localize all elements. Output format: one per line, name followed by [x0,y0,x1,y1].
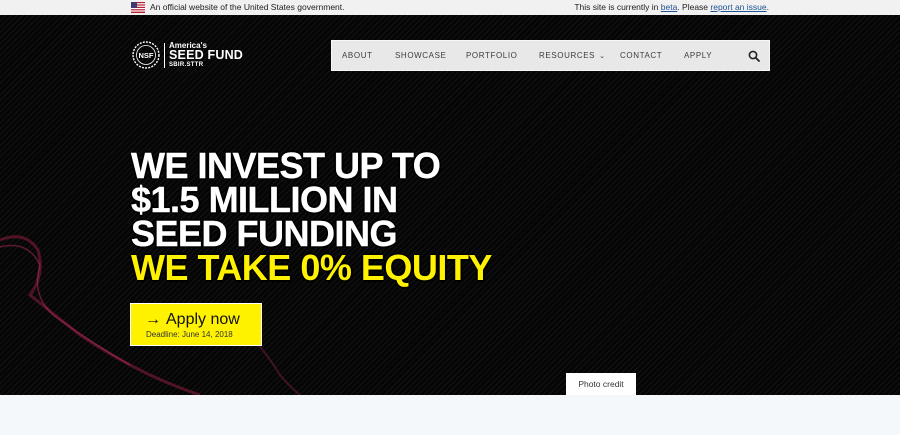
hero: NSF America's SEED FUND SBIR.STTR About … [0,15,900,395]
nav-item-portfolio[interactable]: Portfolio [466,51,517,60]
chevron-down-icon: ⌄ [599,53,606,60]
logo-line2: SEED FUND [169,48,244,62]
arrow-right-icon: → [145,311,161,328]
search-icon[interactable] [748,50,760,62]
headline-line2: $1.5 MILLION IN [131,179,398,220]
nav-item-apply[interactable]: Apply [684,51,712,60]
official-site-text: An official website of the United States… [150,2,345,12]
nsf-seal-icon: NSF [132,41,160,69]
nav-item-showcase[interactable]: Showcase [395,51,446,60]
headline-line3: SEED FUNDING [131,213,398,254]
nav-item-resources[interactable]: Resources ⌄ [539,51,606,60]
headline-line1: WE INVEST UP TO [131,145,441,186]
report-issue-link[interactable]: report an issue [710,2,766,12]
deadline-text: Deadline: June 14, 2018 [146,330,233,339]
headline-line4: WE TAKE 0% EQUITY [131,247,492,288]
logo-line3: SBIR.STTR [169,62,204,68]
beta-message: This site is currently in beta. Please r… [574,2,769,12]
logo-divider [164,43,165,68]
nav-item-contact[interactable]: Contact [620,51,662,60]
beta-link[interactable]: beta [661,2,678,12]
us-flag-icon [131,2,145,13]
main-nav: About Showcase Portfolio Resources ⌄ Cont… [331,40,770,71]
gov-banner: An official website of the United States… [0,0,900,15]
below-hero-section [0,395,900,435]
nav-item-about[interactable]: About [342,51,373,60]
hero-headline: WE INVEST UP TO $1.5 MILLION IN SEED FUN… [131,145,493,288]
apply-now-button[interactable]: → Apply now Deadline: June 14, 2018 [130,303,262,346]
nsf-seal-text: NSF [139,51,154,60]
photo-credit-tab[interactable]: Photo credit [566,373,636,395]
apply-now-label: Apply now [166,311,240,328]
